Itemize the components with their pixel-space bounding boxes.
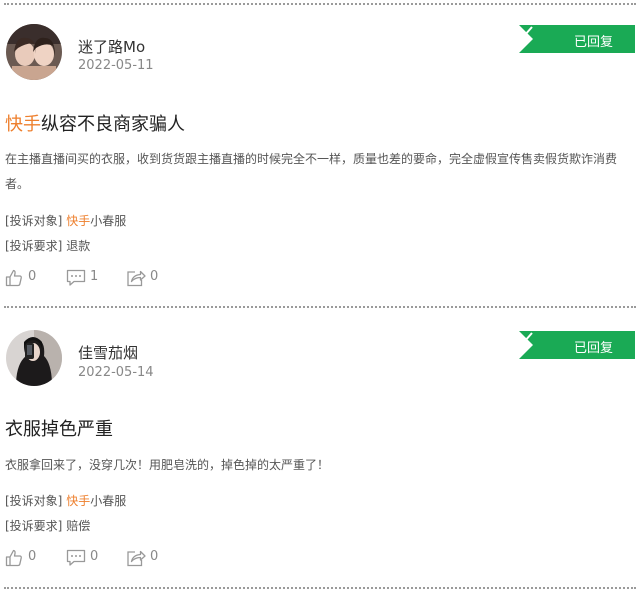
bottom-divider [4,587,636,589]
share-icon [127,550,146,567]
complaint-target-merchant[interactable]: 小春服 [90,214,126,228]
title-text[interactable]: 衣服掉色严重 [5,419,113,440]
complaint-target-merchant[interactable]: 小春服 [90,494,126,508]
complaint-request-value: 赔偿 [66,519,91,533]
status-label: 已回复 [574,341,614,356]
thumbs-up-icon [5,269,22,287]
complaint-request: [投诉要求] 赔偿 [5,517,90,534]
like-count: 0 [28,269,37,284]
like-count: 0 [28,549,37,564]
title-text[interactable]: 纵容不良商家骗人 [41,114,185,135]
share-button[interactable]: 0 [126,268,166,288]
comment-count: 1 [90,269,99,284]
avatar[interactable] [6,330,62,386]
share-icon [127,270,146,287]
status-badge: 已回复 [519,25,635,53]
review-content: 在主播直播间买的衣服，收到货货跟主播直播的时候完全不一样，质量也差的要命，完全虚… [5,152,618,191]
complaint-target-brand[interactable]: 快手 [66,494,90,508]
complaint-target-label: [投诉对象] [5,494,63,508]
comment-count: 0 [90,549,99,564]
like-button[interactable]: 0 [5,268,45,288]
status-badge: 已回复 [519,331,635,359]
complaint-target: [投诉对象] 快手小春服 [5,492,126,509]
complaint-request-label: [投诉要求] [5,239,63,253]
complaint-target-brand[interactable]: 快手 [66,214,90,228]
share-count: 0 [150,549,159,564]
share-count: 0 [150,269,159,284]
comment-button[interactable]: 0 [66,548,106,568]
review-date: 2022-05-11 [78,58,154,73]
top-divider [4,3,636,5]
avatar[interactable] [6,24,62,80]
complaint-request-label: [投诉要求] [5,519,63,533]
comment-icon [66,269,86,286]
like-button[interactable]: 0 [5,548,45,568]
complaint-request: [投诉要求] 退款 [5,237,90,254]
review-title[interactable]: 快手纵容不良商家骗人 [5,110,185,136]
review-content: 衣服拿回来了，没穿几次！用肥皂洗的，掉色掉的太严重了！ [5,458,330,472]
title-brand[interactable]: 快手 [5,114,41,135]
complaint-target: [投诉对象] 快手小春服 [5,212,126,229]
comment-icon [66,549,86,566]
status-label: 已回复 [574,35,614,50]
username[interactable]: 迷了路Mo [78,36,145,57]
share-button[interactable]: 0 [126,548,166,568]
thumbs-up-icon [5,549,22,567]
comment-button[interactable]: 1 [66,268,106,288]
review-title[interactable]: 衣服掉色严重 [5,415,113,441]
complaint-target-label: [投诉对象] [5,214,63,228]
review-divider [4,306,636,308]
check-icon [519,26,533,38]
complaint-request-value: 退款 [66,239,91,253]
username[interactable]: 佳雪茄烟 [78,342,138,363]
check-icon [519,332,533,344]
review-date: 2022-05-14 [78,365,154,380]
